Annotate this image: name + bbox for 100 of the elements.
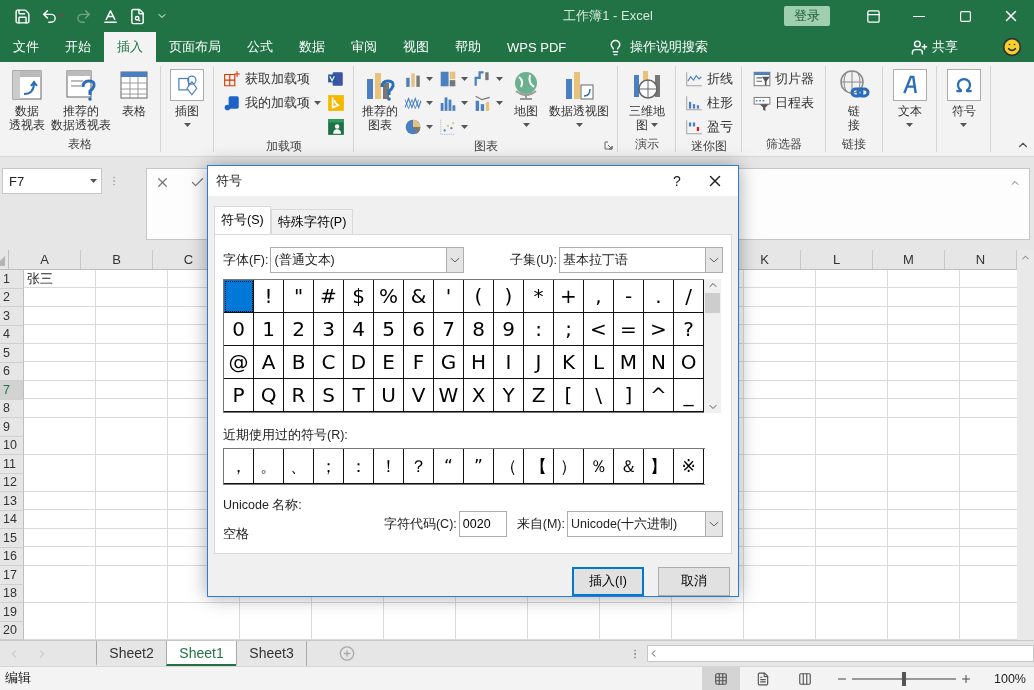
row-header[interactable]: 19 bbox=[0, 603, 24, 622]
dialog-button[interactable]: 插入(I) bbox=[572, 567, 644, 596]
sheet-tab[interactable]: Sheet1 bbox=[166, 641, 236, 666]
symbol-cell[interactable]: # bbox=[314, 280, 344, 314]
symbol-cell[interactable]: E bbox=[374, 346, 404, 380]
sign-in-button[interactable]: 登录 bbox=[784, 6, 830, 26]
symbol-cell[interactable]: ) bbox=[494, 280, 524, 314]
symbol-cell[interactable]: ※ bbox=[674, 449, 704, 485]
symbol-cell[interactable]: Z bbox=[524, 379, 554, 413]
share-button[interactable]: 共享 bbox=[905, 32, 964, 62]
symbol-cell[interactable]: : bbox=[524, 313, 554, 347]
symbol-cell[interactable]: 【 bbox=[524, 449, 554, 485]
symbol-cell[interactable]: 】 bbox=[644, 449, 674, 485]
ribbon-button[interactable]: 三维地 图 bbox=[626, 68, 667, 133]
symbol-cell[interactable]: 、 bbox=[284, 449, 314, 485]
symbol-cell[interactable]: N bbox=[644, 346, 674, 380]
symbol-cell[interactable]: [ bbox=[554, 379, 584, 413]
row-header[interactable]: 13 bbox=[0, 492, 24, 511]
ribbon-tab[interactable]: 数据 bbox=[286, 32, 338, 62]
symbol-cell[interactable]: L bbox=[584, 346, 614, 380]
ribbon-button[interactable]: 日程表 bbox=[751, 92, 816, 114]
symbol-cell[interactable]: ? bbox=[674, 313, 704, 347]
ribbon-tab[interactable]: WPS PDF bbox=[494, 32, 580, 62]
subset-dropdown[interactable]: 基本拉丁语 bbox=[559, 247, 723, 274]
help-button[interactable]: ? bbox=[662, 173, 692, 189]
symbol-cell[interactable]: A bbox=[254, 346, 284, 380]
symbol-cell[interactable]: 0 bbox=[224, 313, 254, 347]
column-header[interactable]: M bbox=[873, 250, 945, 269]
row-header[interactable]: 7 bbox=[0, 381, 24, 400]
symbol-cell[interactable]: / bbox=[674, 280, 704, 314]
row-header[interactable]: 17 bbox=[0, 566, 24, 585]
font-dropdown[interactable]: (普通文本) bbox=[270, 247, 465, 274]
row-header[interactable]: 5 bbox=[0, 344, 24, 363]
symbol-cell[interactable]: 5 bbox=[374, 313, 404, 347]
symbol-cell[interactable]: G bbox=[434, 346, 464, 380]
symbol-cell[interactable]: 3 bbox=[314, 313, 344, 347]
symbol-cell[interactable]: ＆ bbox=[614, 449, 644, 485]
ribbon-button[interactable]: 链 接 bbox=[835, 68, 873, 133]
symbol-cell[interactable]: R bbox=[284, 379, 314, 413]
symbol-cell[interactable]: T bbox=[344, 379, 374, 413]
symbol-cell[interactable]: ？ bbox=[404, 449, 434, 485]
ribbon-tab[interactable]: 审阅 bbox=[338, 32, 390, 62]
row-header[interactable]: 9 bbox=[0, 418, 24, 437]
symbol-cell[interactable]: 2 bbox=[284, 313, 314, 347]
tell-me-search[interactable]: 操作说明搜索 bbox=[601, 32, 715, 62]
symbol-cell[interactable]: W bbox=[434, 379, 464, 413]
symbol-cell[interactable]: （ bbox=[494, 449, 524, 485]
ribbon-button[interactable]: 柱形 bbox=[682, 92, 735, 114]
symbol-cell[interactable]: $ bbox=[344, 280, 374, 314]
symbol-cell[interactable]: * bbox=[524, 280, 554, 314]
dialog-tab[interactable]: 特殊字符(P) bbox=[270, 209, 354, 235]
symbol-cell[interactable]: ） bbox=[554, 449, 584, 485]
symbol-cell[interactable]: F bbox=[404, 346, 434, 380]
ribbon-button[interactable]: 推荐的 图表 bbox=[360, 68, 400, 133]
symbol-cell[interactable]: I bbox=[494, 346, 524, 380]
ribbon-button[interactable]: 推荐的 数据透视表 bbox=[49, 68, 113, 133]
column-header[interactable]: B bbox=[81, 250, 153, 269]
ribbon-tab[interactable]: 视图 bbox=[390, 32, 442, 62]
ribbon-tab[interactable]: 开始 bbox=[52, 32, 104, 62]
symbol-cell[interactable]: ' bbox=[434, 280, 464, 314]
ribbon-button[interactable]: 盈亏 bbox=[682, 116, 735, 138]
ribbon-button[interactable]: 获取加载项 bbox=[220, 68, 323, 90]
symbol-cell[interactable]: & bbox=[404, 280, 434, 314]
symbol-cell[interactable]: D bbox=[344, 346, 374, 380]
ribbon-tab[interactable]: 公式 bbox=[234, 32, 286, 62]
dialog-button[interactable]: 取消 bbox=[658, 567, 730, 596]
symbol-cell[interactable]: . bbox=[644, 280, 674, 314]
symbol-cell[interactable]: U bbox=[374, 379, 404, 413]
symbol-cell[interactable]: M bbox=[614, 346, 644, 380]
symbol-cell[interactable]: S bbox=[314, 379, 344, 413]
dialog-tab[interactable]: 符号(S) bbox=[214, 206, 271, 235]
symbol-cell[interactable]: 4 bbox=[344, 313, 374, 347]
symbol-cell[interactable]: + bbox=[554, 280, 584, 314]
ribbon-button[interactable]: 切片器 bbox=[751, 68, 816, 90]
symbol-cell[interactable]: “ bbox=[434, 449, 464, 485]
symbol-cell[interactable]: ！ bbox=[374, 449, 404, 485]
ribbon-tab[interactable]: 插入 bbox=[104, 32, 156, 62]
symbol-cell[interactable]: P bbox=[224, 379, 254, 413]
symbol-cell[interactable]: 。 bbox=[254, 449, 284, 485]
ribbon-button[interactable]: 文本 bbox=[890, 68, 929, 128]
symbol-cell[interactable]: 8 bbox=[464, 313, 494, 347]
symbol-cell[interactable]: ] bbox=[614, 379, 644, 413]
symbol-cell[interactable]: K bbox=[554, 346, 584, 380]
symbol-cell[interactable]: 6 bbox=[404, 313, 434, 347]
column-header[interactable]: L bbox=[801, 250, 873, 269]
symbol-cell[interactable]: " bbox=[284, 280, 314, 314]
symbol-cell[interactable]: ( bbox=[464, 280, 494, 314]
symbol-cell[interactable]: \ bbox=[584, 379, 614, 413]
symbol-cell[interactable]: 1 bbox=[254, 313, 284, 347]
symbol-cell[interactable]: O bbox=[674, 346, 704, 380]
symbol-cell[interactable]: Q bbox=[254, 379, 284, 413]
symbol-cell[interactable]: 9 bbox=[494, 313, 524, 347]
symbol-cell[interactable]: ^ bbox=[644, 379, 674, 413]
symbol-cell[interactable]: ： bbox=[344, 449, 374, 485]
row-header[interactable]: 11 bbox=[0, 455, 24, 474]
symbol-cell[interactable]: X bbox=[464, 379, 494, 413]
symbol-cell[interactable]: Y bbox=[494, 379, 524, 413]
ribbon-button[interactable]: 数据 透视表 bbox=[7, 68, 47, 133]
symbol-cell[interactable]: - bbox=[614, 280, 644, 314]
symbol-cell[interactable]: ! bbox=[254, 280, 284, 314]
